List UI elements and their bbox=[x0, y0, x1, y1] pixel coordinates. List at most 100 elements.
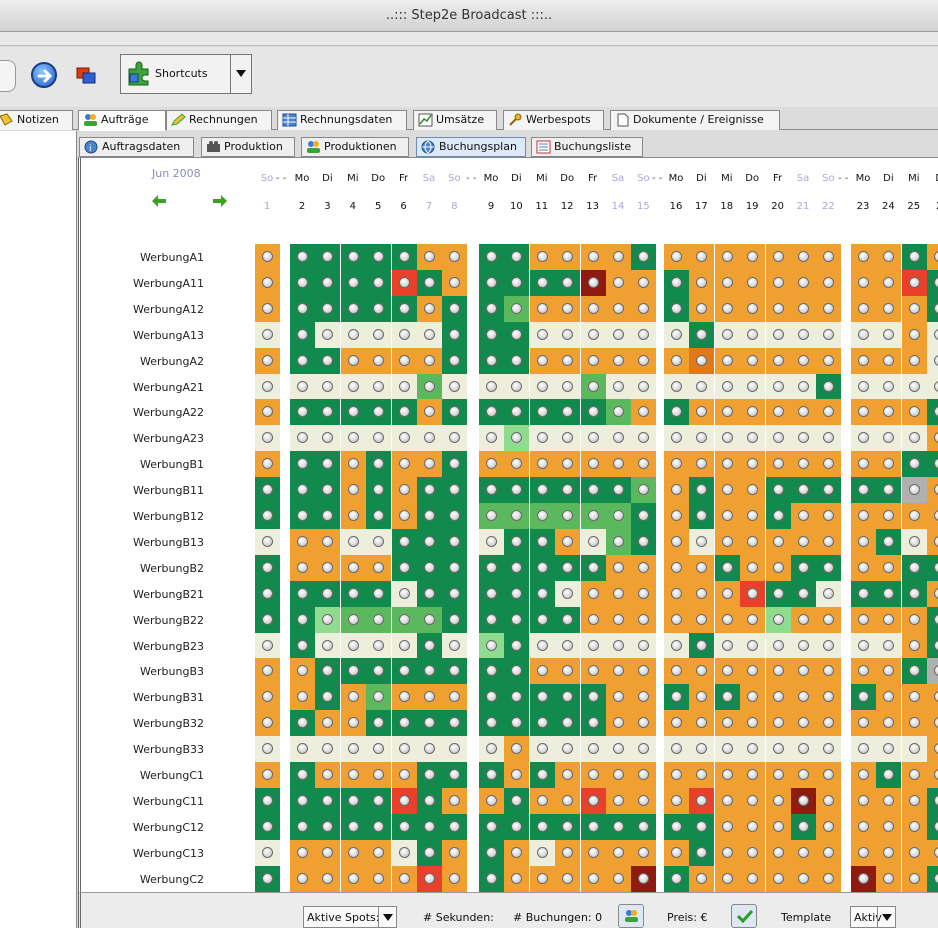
booking-cell[interactable] bbox=[366, 451, 392, 478]
booking-cell[interactable] bbox=[504, 295, 530, 322]
booking-cell[interactable] bbox=[765, 865, 791, 892]
booking-cell[interactable] bbox=[417, 580, 442, 607]
booking-cell[interactable] bbox=[927, 813, 938, 840]
booking-cell[interactable] bbox=[851, 425, 876, 452]
booking-cell[interactable] bbox=[876, 554, 902, 581]
booking-cell[interactable] bbox=[315, 477, 341, 504]
booking-cell[interactable] bbox=[714, 632, 740, 659]
booking-cell[interactable] bbox=[606, 710, 631, 737]
booking-cell[interactable] bbox=[479, 528, 504, 555]
booking-cell[interactable] bbox=[791, 503, 816, 529]
booking-cell[interactable] bbox=[366, 787, 392, 814]
booking-cell[interactable] bbox=[816, 632, 842, 659]
booking-cell[interactable] bbox=[816, 503, 842, 529]
booking-cell[interactable] bbox=[479, 839, 504, 866]
booking-cell[interactable] bbox=[901, 710, 927, 737]
booking-cell[interactable] bbox=[417, 321, 442, 348]
booking-cell[interactable] bbox=[927, 839, 938, 866]
booking-cell[interactable] bbox=[442, 295, 468, 322]
booking-cell[interactable] bbox=[714, 710, 740, 737]
booking-cell[interactable] bbox=[664, 787, 689, 814]
booking-cell[interactable] bbox=[290, 373, 315, 400]
booking-cell[interactable] bbox=[442, 528, 468, 555]
booking-cell[interactable] bbox=[504, 710, 530, 737]
booking-cell[interactable] bbox=[255, 580, 280, 607]
booking-cell[interactable] bbox=[606, 580, 631, 607]
booking-cell[interactable] bbox=[391, 762, 417, 788]
booking-cell[interactable] bbox=[791, 580, 816, 607]
booking-cell[interactable] bbox=[555, 606, 581, 633]
booking-cell[interactable] bbox=[876, 710, 902, 737]
booking-cell[interactable] bbox=[366, 554, 392, 581]
booking-cell[interactable] bbox=[555, 244, 581, 270]
tab-buchungsliste[interactable]: Buchungsliste bbox=[531, 137, 643, 157]
booking-cell[interactable] bbox=[340, 399, 366, 426]
booking-cell[interactable] bbox=[606, 244, 631, 270]
tab-notizen[interactable]: Notizen bbox=[0, 110, 73, 130]
booking-cell[interactable] bbox=[417, 425, 442, 452]
booking-cell[interactable] bbox=[876, 321, 902, 348]
booking-cell[interactable] bbox=[504, 736, 530, 763]
booking-cell[interactable] bbox=[664, 684, 689, 711]
booking-cell[interactable] bbox=[391, 244, 417, 270]
booking-cell[interactable] bbox=[901, 295, 927, 322]
booking-cell[interactable] bbox=[504, 528, 530, 555]
booking-cell[interactable] bbox=[765, 425, 791, 452]
booking-cell[interactable] bbox=[816, 321, 842, 348]
booking-cell[interactable] bbox=[255, 762, 280, 788]
booking-cell[interactable] bbox=[714, 606, 740, 633]
booking-cell[interactable] bbox=[689, 373, 715, 400]
booking-cell[interactable] bbox=[791, 554, 816, 581]
booking-cell[interactable] bbox=[606, 736, 631, 763]
booking-cell[interactable] bbox=[606, 684, 631, 711]
booking-cell[interactable] bbox=[391, 477, 417, 504]
booking-cell[interactable] bbox=[529, 244, 555, 270]
booking-cell[interactable] bbox=[927, 736, 938, 763]
back-button[interactable] bbox=[0, 60, 16, 92]
booking-cell[interactable] bbox=[714, 839, 740, 866]
booking-cell[interactable] bbox=[504, 865, 530, 892]
booking-cell[interactable] bbox=[391, 373, 417, 400]
booking-cell[interactable] bbox=[391, 684, 417, 711]
booking-cell[interactable] bbox=[901, 373, 927, 400]
booking-cell[interactable] bbox=[529, 580, 555, 607]
booking-cell[interactable] bbox=[442, 710, 468, 737]
booking-cell[interactable] bbox=[765, 244, 791, 270]
booking-cell[interactable] bbox=[366, 813, 392, 840]
booking-cell[interactable] bbox=[417, 787, 442, 814]
booking-cell[interactable] bbox=[442, 762, 468, 788]
booking-cell[interactable] bbox=[816, 580, 842, 607]
booking-cell[interactable] bbox=[606, 425, 631, 452]
booking-cell[interactable] bbox=[606, 632, 631, 659]
booking-cell[interactable] bbox=[631, 684, 657, 711]
booking-cell[interactable] bbox=[555, 813, 581, 840]
booking-cell[interactable] bbox=[901, 632, 927, 659]
booking-cell[interactable] bbox=[689, 813, 715, 840]
booking-cell[interactable] bbox=[391, 813, 417, 840]
booking-cell[interactable] bbox=[442, 269, 468, 296]
booking-cell[interactable] bbox=[529, 554, 555, 581]
booking-cell[interactable] bbox=[529, 684, 555, 711]
booking-cell[interactable] bbox=[255, 347, 280, 374]
booking-cell[interactable] bbox=[366, 477, 392, 504]
booking-cell[interactable] bbox=[927, 528, 938, 555]
booking-cell[interactable] bbox=[504, 658, 530, 685]
booking-cell[interactable] bbox=[580, 321, 606, 348]
booking-cell[interactable] bbox=[714, 347, 740, 374]
booking-cell[interactable] bbox=[765, 321, 791, 348]
booking-cell[interactable] bbox=[366, 865, 392, 892]
booking-cell[interactable] bbox=[689, 425, 715, 452]
booking-cell[interactable] bbox=[479, 269, 504, 296]
booking-cell[interactable] bbox=[714, 373, 740, 400]
booking-cell[interactable] bbox=[631, 580, 657, 607]
booking-cell[interactable] bbox=[504, 606, 530, 633]
booking-cell[interactable] bbox=[255, 373, 280, 400]
booking-cell[interactable] bbox=[255, 684, 280, 711]
booking-cell[interactable] bbox=[555, 865, 581, 892]
booking-cell[interactable] bbox=[417, 710, 442, 737]
booking-cell[interactable] bbox=[631, 528, 657, 555]
booking-cell[interactable] bbox=[631, 244, 657, 270]
booking-cell[interactable] bbox=[417, 684, 442, 711]
booking-cell[interactable] bbox=[504, 399, 530, 426]
booking-cell[interactable] bbox=[340, 580, 366, 607]
